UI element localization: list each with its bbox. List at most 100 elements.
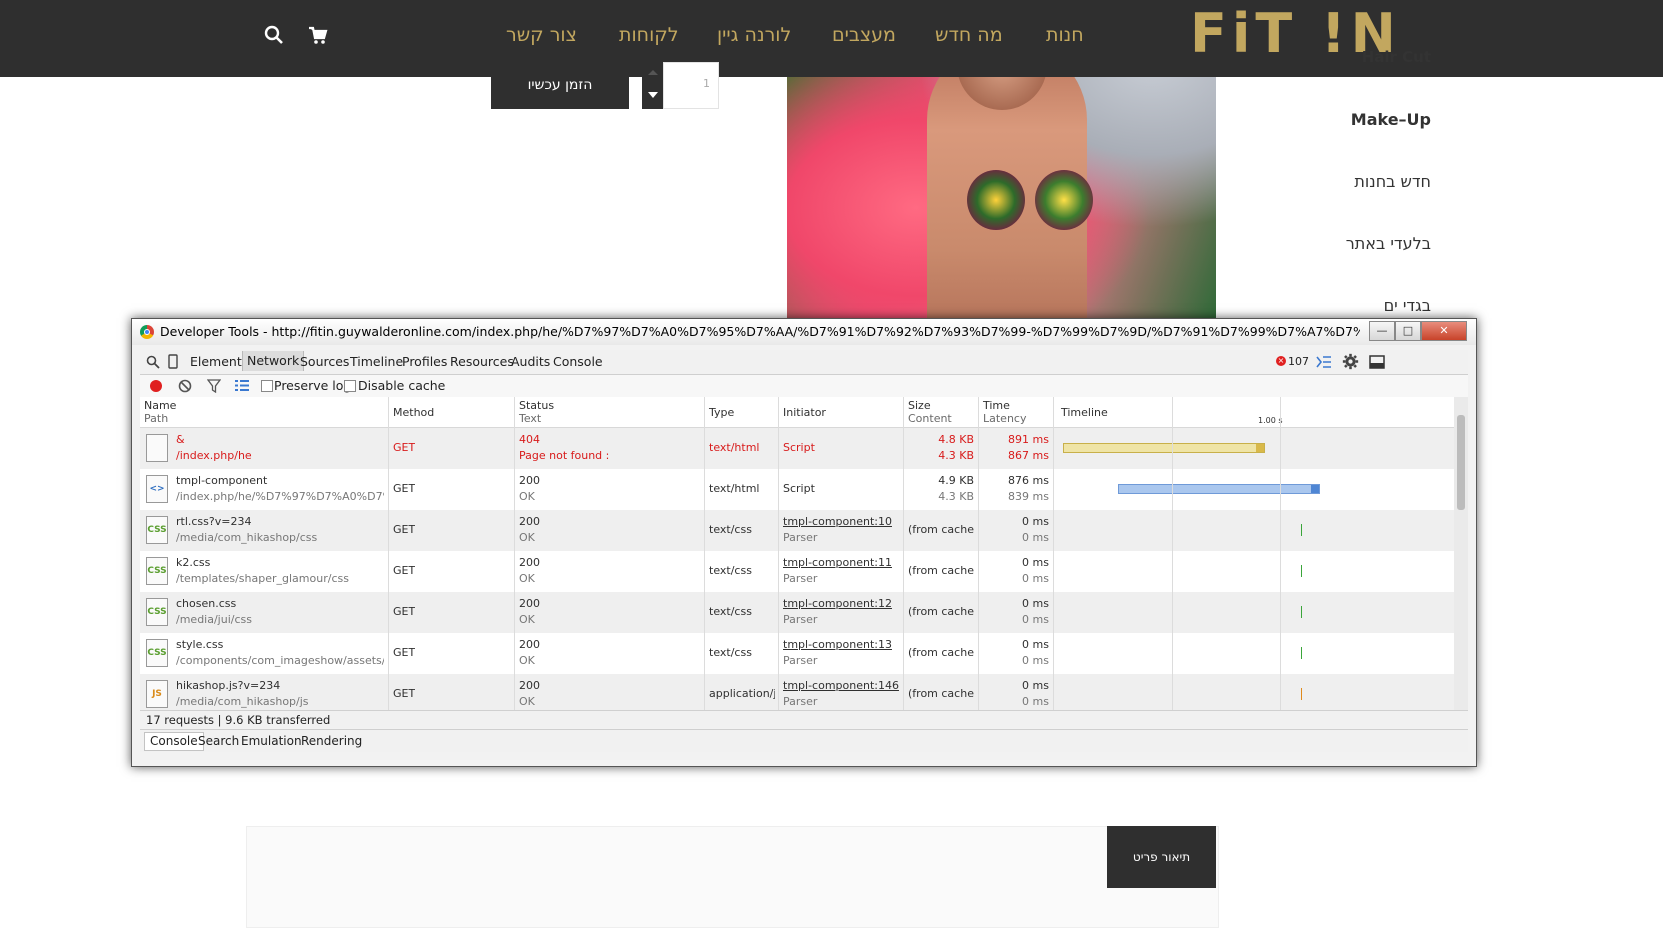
request-size: (from cache) — [908, 605, 974, 618]
column-header-timeline[interactable]: Timeline — [1061, 406, 1108, 419]
request-size: (from cache) — [908, 564, 974, 577]
bikini-cup-right — [1035, 170, 1093, 230]
side-menu-hair-cut[interactable]: Hair Cut — [1362, 48, 1431, 66]
column-divider — [903, 397, 904, 710]
request-name[interactable]: chosen.css/media/jui/css — [176, 596, 384, 628]
column-header-initiator[interactable]: Initiator — [783, 406, 826, 419]
request-initiator[interactable]: tmpl-component:12 Parser — [783, 596, 892, 628]
request-initiator[interactable]: tmpl-component:10 Parser — [783, 514, 892, 546]
blank-file-icon — [146, 434, 168, 462]
request-name[interactable]: hikashop.js?v=234/media/com_hikashop/js — [176, 678, 384, 710]
increment-arrow-icon[interactable] — [648, 70, 658, 75]
timeline-tick — [1301, 606, 1302, 618]
request-method: GET — [393, 441, 416, 454]
tab-network[interactable]: Network — [242, 351, 305, 371]
search-icon[interactable] — [263, 24, 285, 46]
nav-lorna-jane[interactable]: לורנה גיין — [717, 24, 791, 46]
side-menu-make-up[interactable]: Make–Up — [1351, 110, 1431, 129]
inspect-search-icon[interactable] — [146, 355, 160, 369]
description-tab[interactable]: תיאור פריט — [1107, 826, 1216, 888]
request-initiator[interactable]: Script — [783, 440, 815, 456]
scrollbar-thumb[interactable] — [1457, 415, 1465, 510]
filter-icon[interactable] — [207, 379, 221, 393]
nav-shop[interactable]: חנות — [1046, 24, 1084, 46]
tab-timeline[interactable]: Timeline — [350, 354, 403, 369]
network-summary: 17 requests | 9.6 KB transferred — [140, 710, 1468, 728]
nav-designers[interactable]: מעצבים — [832, 24, 896, 46]
request-method: GET — [393, 687, 416, 700]
request-initiator[interactable]: Script — [783, 481, 815, 497]
side-menu-new-in-shop[interactable]: חדש בחנות — [1354, 172, 1431, 191]
chrome-logo-icon — [140, 325, 154, 339]
nav-contact[interactable]: צור קשר — [506, 24, 577, 46]
request-initiator[interactable]: tmpl-component:11 Parser — [783, 555, 892, 587]
drawer-tab-console[interactable]: Console — [144, 732, 204, 751]
nav-whats-new[interactable]: מה חדש — [935, 24, 1003, 46]
settings-gear-icon[interactable] — [1342, 353, 1359, 370]
request-type: text/css — [709, 523, 752, 536]
table-row[interactable]: CSS style.css/components/com_imageshow/as… — [140, 633, 1454, 674]
column-header-size[interactable]: Size Content — [908, 399, 952, 425]
request-name[interactable]: rtl.css?v=234/media/com_hikashop/css — [176, 514, 384, 546]
description-panel — [246, 826, 1219, 928]
request-time: 0 ms 0 ms — [1022, 679, 1049, 708]
table-scrollbar[interactable] — [1454, 397, 1468, 710]
column-header-type[interactable]: Type — [709, 406, 734, 419]
table-row[interactable]: &/index.php/he GET 404 Page not found : text… — [140, 428, 1454, 469]
dock-side-icon[interactable] — [1369, 355, 1385, 369]
minimize-icon[interactable]: — — [1369, 321, 1395, 341]
css-file-icon: CSS — [146, 516, 168, 544]
side-menu-swimwear[interactable]: בגדי ים — [1384, 296, 1431, 315]
record-icon[interactable] — [150, 380, 162, 392]
devtools-titlebar[interactable]: Developer Tools - http://fitin.guywalder… — [132, 319, 1476, 345]
tab-resources[interactable]: Resources — [450, 354, 514, 369]
devtools-tabs: Elements Network Sources Timeline Profil… — [140, 350, 1468, 375]
preserve-log-checkbox[interactable] — [261, 380, 273, 392]
request-initiator[interactable]: tmpl-component:13 Parser — [783, 637, 892, 669]
drawer-tab-emulation[interactable]: Emulation — [241, 734, 302, 748]
request-type: text/css — [709, 564, 752, 577]
nav-customers[interactable]: לקוחות — [619, 24, 679, 46]
error-icon[interactable]: × — [1276, 356, 1286, 366]
devtools-window: Developer Tools - http://fitin.guywalder… — [131, 318, 1477, 767]
large-rows-icon[interactable] — [235, 379, 249, 392]
drawer-tab-search[interactable]: Search — [198, 734, 239, 748]
tab-audits[interactable]: Audits — [511, 354, 550, 369]
column-header-name[interactable]: Name Path — [144, 399, 176, 425]
close-icon[interactable]: ✕ — [1421, 321, 1467, 341]
cart-icon[interactable] — [307, 24, 329, 46]
device-mode-icon[interactable] — [168, 354, 178, 369]
tab-elements[interactable]: Elements — [190, 354, 248, 369]
error-count[interactable]: 107 — [1288, 355, 1309, 368]
drawer-toggle-icon[interactable] — [1316, 355, 1332, 369]
request-status: 200 OK — [519, 515, 540, 544]
request-name[interactable]: style.css/components/com_imageshow/asset… — [176, 637, 384, 669]
column-divider — [978, 397, 979, 710]
table-row[interactable]: CSS k2.css/templates/shaper_glamour/css GE… — [140, 551, 1454, 592]
quantity-input[interactable]: 1 — [663, 62, 719, 109]
request-initiator[interactable]: tmpl-component:146 Parser — [783, 678, 899, 710]
table-row[interactable]: CSS chosen.css/media/jui/css GET 200 OK text/… — [140, 592, 1454, 633]
decrement-arrow-icon[interactable] — [648, 92, 658, 98]
column-divider — [704, 397, 705, 710]
timeline-tick — [1301, 565, 1302, 577]
request-name[interactable]: tmpl-component/index.php/he/%D7%97%D7%A0… — [176, 473, 384, 505]
side-menu-site-exclusive[interactable]: בלעדי באתר — [1346, 234, 1431, 253]
request-name[interactable]: &/index.php/he — [176, 432, 384, 464]
column-header-status[interactable]: Status Text — [519, 399, 554, 425]
quantity-stepper[interactable] — [642, 62, 663, 109]
tab-sources[interactable]: Sources — [300, 354, 349, 369]
drawer-tab-rendering[interactable]: Rendering — [301, 734, 362, 748]
table-row[interactable]: <> tmpl-component/index.php/he/%D7%97%D7%… — [140, 469, 1454, 510]
table-row[interactable]: CSS rtl.css?v=234/media/com_hikashop/css G… — [140, 510, 1454, 551]
clear-icon[interactable] — [178, 379, 192, 393]
table-row[interactable]: JS hikashop.js?v=234/media/com_hikashop/j… — [140, 674, 1454, 710]
column-header-method[interactable]: Method — [393, 406, 434, 419]
disable-cache-checkbox[interactable] — [344, 380, 356, 392]
order-now-button[interactable]: הזמן עכשיו — [491, 62, 629, 109]
tab-profiles[interactable]: Profiles — [402, 354, 447, 369]
maximize-icon[interactable]: □ — [1395, 321, 1421, 341]
tab-console[interactable]: Console — [553, 354, 603, 369]
column-header-time[interactable]: Time Latency — [983, 399, 1026, 425]
request-name[interactable]: k2.css/templates/shaper_glamour/css — [176, 555, 384, 587]
